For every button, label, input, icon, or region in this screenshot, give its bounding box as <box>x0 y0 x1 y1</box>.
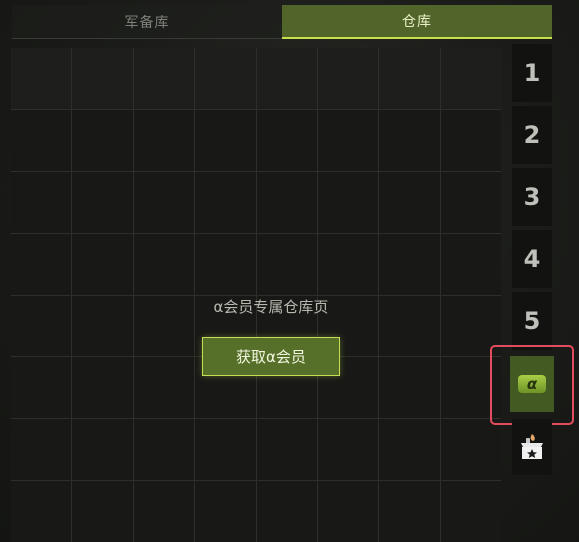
grid-cell[interactable] <box>133 481 195 542</box>
grid-cell[interactable] <box>133 233 195 295</box>
grid-cell[interactable] <box>195 419 256 481</box>
grid-cell[interactable] <box>72 419 133 481</box>
grid-cell[interactable] <box>440 171 501 233</box>
grid-cell[interactable] <box>72 171 133 233</box>
grid-cell[interactable] <box>379 233 440 295</box>
grid-cell[interactable] <box>133 419 195 481</box>
grid-cell[interactable] <box>379 481 440 542</box>
grid-cell[interactable] <box>11 419 72 481</box>
grid-cell[interactable] <box>379 419 440 481</box>
grid-cell[interactable] <box>195 481 256 542</box>
grid-cell[interactable] <box>11 109 72 171</box>
grid-cell[interactable] <box>379 109 440 171</box>
grid-cell[interactable] <box>195 109 256 171</box>
page-tab-shop[interactable] <box>512 419 552 475</box>
page-selector: 1 2 3 4 5 <box>512 44 552 354</box>
grid-cell[interactable] <box>133 109 195 171</box>
grid-cell[interactable] <box>195 233 256 295</box>
grid-cell[interactable] <box>72 48 133 109</box>
grid-cell[interactable] <box>440 233 501 295</box>
grid-cell[interactable] <box>317 481 379 542</box>
grid-cell[interactable] <box>440 48 501 109</box>
grid-cell[interactable] <box>133 171 195 233</box>
grid-cell[interactable] <box>256 171 317 233</box>
page-tab-2[interactable]: 2 <box>512 106 552 164</box>
grid-cell[interactable] <box>256 109 317 171</box>
grid-cell[interactable] <box>317 109 379 171</box>
grid-cell[interactable] <box>256 419 317 481</box>
grid-cell[interactable] <box>256 481 317 542</box>
tab-armory[interactable]: 军备库 <box>12 5 282 39</box>
grid-cell[interactable] <box>195 48 256 109</box>
grid-cell[interactable] <box>133 48 195 109</box>
grid-cell[interactable] <box>440 481 501 542</box>
grid-cell[interactable] <box>195 171 256 233</box>
grid-cell[interactable] <box>317 419 379 481</box>
grid-cell[interactable] <box>440 419 501 481</box>
grid-cell[interactable] <box>256 48 317 109</box>
grid-cell[interactable] <box>11 171 72 233</box>
grid-cell[interactable] <box>440 109 501 171</box>
grid-cell[interactable] <box>11 481 72 542</box>
highlight-frame <box>490 345 574 425</box>
inventory-grid <box>11 48 501 542</box>
shop-basket-icon <box>521 434 543 459</box>
page-tab-3[interactable]: 3 <box>512 168 552 226</box>
grid-cell[interactable] <box>72 481 133 542</box>
grid-cell[interactable] <box>379 48 440 109</box>
page-tab-1[interactable]: 1 <box>512 44 552 102</box>
grid-cell[interactable] <box>317 48 379 109</box>
grid-cell[interactable] <box>72 233 133 295</box>
grid-cell[interactable] <box>256 233 317 295</box>
locked-page-message: α会员专属仓库页 <box>213 298 329 316</box>
storage-tabs: 军备库 仓库 <box>12 5 552 39</box>
grid-cell[interactable] <box>379 171 440 233</box>
grid-cell[interactable] <box>11 48 72 109</box>
grid-cell[interactable] <box>317 233 379 295</box>
page-tab-4[interactable]: 4 <box>512 230 552 288</box>
page-tab-5[interactable]: 5 <box>512 292 552 350</box>
grid-cell[interactable] <box>11 233 72 295</box>
tab-warehouse[interactable]: 仓库 <box>282 5 552 39</box>
grid-cell[interactable] <box>317 171 379 233</box>
grid-cell[interactable] <box>72 109 133 171</box>
get-alpha-membership-button[interactable]: 获取α会员 <box>202 337 340 376</box>
locked-page-overlay: α会员专属仓库页 获取α会员 <box>11 296 501 376</box>
